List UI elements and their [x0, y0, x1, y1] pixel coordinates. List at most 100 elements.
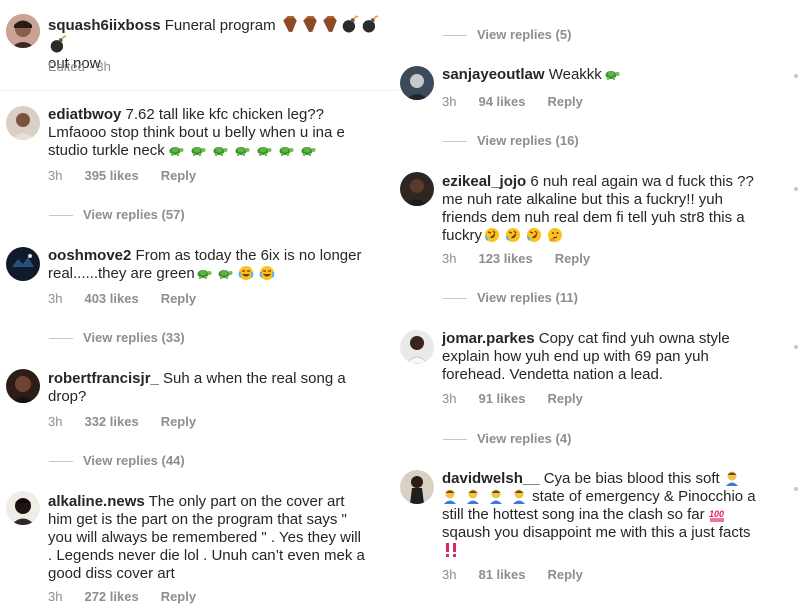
avatar[interactable]: [400, 470, 434, 504]
comment-body-line: fuckry: [442, 227, 483, 244]
comment-body-line: forehead. Vendetta nation a lead.: [442, 366, 664, 383]
view-replies-label: View replies (16): [477, 133, 579, 148]
turtle-emoji: [195, 265, 234, 282]
comment-body-line: good diss cover art: [48, 565, 175, 582]
comment-text: ezikeal_jojo 6 nuh real again wa d fuck …: [442, 173, 792, 245]
comment-text: ediatbwoy 7.62 tall like kfc chicken leg…: [48, 106, 388, 160]
comment-text: robertfrancisjr_ Suh a when the real son…: [48, 370, 388, 406]
username[interactable]: ediatbwoy: [48, 106, 121, 123]
comment-time[interactable]: 3h: [442, 94, 456, 109]
avatar[interactable]: [6, 106, 40, 140]
view-replies-button[interactable]: View replies (16): [443, 133, 579, 148]
comment-meta: 3h 332 likes Reply: [48, 414, 196, 429]
reply-button[interactable]: Reply: [161, 168, 196, 183]
comment-body-line: friends dem nuh real dem fi tell yuh str…: [442, 209, 745, 226]
username[interactable]: robertfrancisjr_: [48, 370, 159, 387]
likes-count[interactable]: 94 likes: [478, 94, 525, 109]
comment-meta: 3h 94 likes Reply: [442, 94, 583, 109]
avatar[interactable]: [400, 172, 434, 206]
comment-time[interactable]: 3h: [442, 567, 456, 582]
view-replies-button[interactable]: View replies (44): [49, 453, 185, 468]
likes-count[interactable]: 332 likes: [84, 414, 138, 429]
comment-time[interactable]: 3h: [48, 168, 62, 183]
view-replies-button[interactable]: View replies (5): [443, 27, 571, 42]
more-options-dot[interactable]: [794, 487, 798, 491]
username[interactable]: squash6iixboss: [48, 17, 161, 34]
comment-meta: 3h 395 likes Reply: [48, 168, 196, 183]
comment-text: jomar.parkes Copy cat find yuh owna styl…: [442, 330, 792, 384]
comment-body: Weakkk: [548, 66, 602, 83]
edited-timestamp: Edited · 3h: [48, 59, 111, 74]
likes-count[interactable]: 395 likes: [84, 168, 138, 183]
comment-body: Funeral program: [164, 17, 276, 34]
likes-count[interactable]: 123 likes: [478, 251, 532, 266]
comment-meta: Edited · 3h: [48, 59, 111, 74]
more-options-dot[interactable]: [794, 74, 798, 78]
avatar[interactable]: [6, 14, 40, 48]
avatar[interactable]: [6, 369, 40, 403]
view-replies-label: View replies (11): [477, 290, 578, 305]
likes-count[interactable]: 91 likes: [478, 391, 525, 406]
view-replies-button[interactable]: View replies (33): [49, 330, 185, 345]
view-replies-label: View replies (5): [477, 27, 572, 42]
comment-body: 6 nuh real again wa d fuck this ??: [530, 173, 754, 190]
turtle-emoji: [165, 142, 317, 159]
username[interactable]: jomar.parkes: [442, 330, 535, 347]
reply-button[interactable]: Reply: [547, 391, 582, 406]
reply-button[interactable]: Reply: [161, 414, 196, 429]
comment-body-line: him get is the part on the program that …: [48, 511, 347, 528]
comment-meta: 3h 91 likes Reply: [442, 391, 583, 406]
username[interactable]: sanjayeoutlaw: [442, 66, 545, 83]
username[interactable]: ooshmove2: [48, 247, 131, 264]
comment-body-line: sqaush you disappoint me with this a jus…: [442, 524, 751, 541]
username[interactable]: alkaline.news: [48, 493, 145, 510]
view-replies-button[interactable]: View replies (57): [49, 207, 185, 222]
avatar[interactable]: [6, 247, 40, 281]
comment-text: alkaline.news The only part on the cover…: [48, 493, 393, 583]
100-emoji: [705, 506, 726, 523]
more-options-dot[interactable]: [794, 187, 798, 191]
left-comment-column: squash6iixboss Funeral program out now E…: [0, 0, 398, 608]
comment-body-line: studio turkle neck: [48, 142, 165, 159]
divider-line: [443, 35, 467, 37]
comment-body-line: . Legends never die lol . Unuh can’t eve…: [48, 547, 365, 564]
turtle-emoji: [602, 66, 621, 83]
comment-time[interactable]: 3h: [442, 391, 456, 406]
username[interactable]: ezikeal_jojo: [442, 173, 526, 190]
avatar[interactable]: [6, 491, 40, 525]
reply-button[interactable]: Reply: [555, 251, 590, 266]
comment-time[interactable]: 3h: [48, 589, 62, 604]
comment-body-line: real......they are green: [48, 265, 195, 282]
comment-body: From as today the 6ix is no longer: [135, 247, 362, 264]
joy-emoji: [234, 265, 276, 282]
avatar[interactable]: [400, 66, 434, 100]
comment-text: sanjayeoutlaw Weakkk: [442, 66, 792, 84]
comment-time[interactable]: 3h: [442, 251, 456, 266]
more-options-dot[interactable]: [794, 345, 798, 349]
likes-count[interactable]: 81 likes: [478, 567, 525, 582]
likes-count[interactable]: 403 likes: [84, 291, 138, 306]
caption-divider: [0, 90, 398, 91]
view-replies-button[interactable]: View replies (11): [443, 290, 578, 305]
comment-text: ooshmove2 From as today the 6ix is no lo…: [48, 247, 388, 283]
comment-body-line: drop?: [48, 388, 87, 405]
view-replies-label: View replies (4): [477, 431, 572, 446]
reply-button[interactable]: Reply: [547, 567, 582, 582]
divider-line: [49, 338, 73, 340]
man-emoji: [442, 488, 528, 505]
username[interactable]: davidwelsh__: [442, 470, 540, 487]
view-replies-label: View replies (33): [83, 330, 185, 345]
comment-body-line: still the hottest song ina the clash so …: [442, 506, 705, 523]
likes-count[interactable]: 272 likes: [84, 589, 138, 604]
divider-line: [49, 461, 73, 463]
view-replies-button[interactable]: View replies (4): [443, 431, 571, 446]
comment-time[interactable]: 3h: [48, 291, 62, 306]
reply-button[interactable]: Reply: [161, 291, 196, 306]
comment-meta: 3h 81 likes Reply: [442, 567, 583, 582]
comment-body: 7.62 tall like kfc chicken leg??: [125, 106, 324, 123]
avatar[interactable]: [400, 330, 434, 364]
reply-button[interactable]: Reply: [161, 589, 196, 604]
comment-time[interactable]: 3h: [48, 414, 62, 429]
rofl-emoji: [482, 227, 543, 244]
reply-button[interactable]: Reply: [547, 94, 582, 109]
